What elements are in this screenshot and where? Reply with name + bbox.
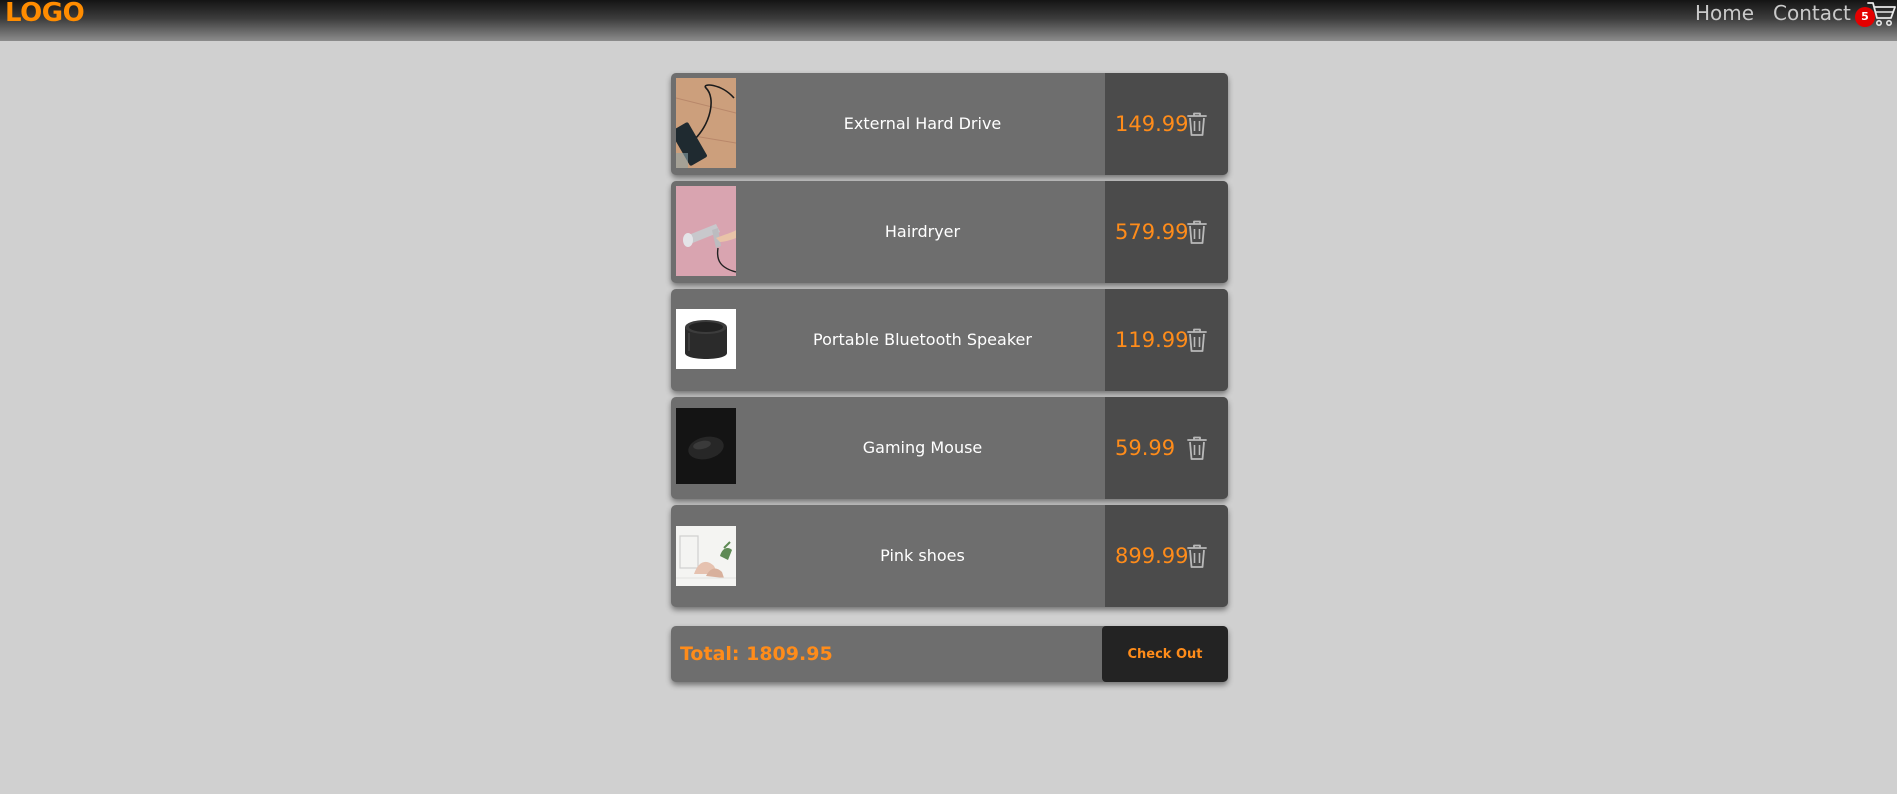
- product-image-pink-shoes: [676, 526, 736, 586]
- item-price: 579.99: [1115, 220, 1189, 244]
- product-image-gaming-mouse: [676, 408, 736, 484]
- product-image-external-hard-drive: [676, 78, 736, 168]
- checkout-button[interactable]: Check Out: [1102, 626, 1228, 682]
- nav-link-home[interactable]: Home: [1695, 1, 1754, 25]
- logo[interactable]: LOGO: [5, 0, 85, 28]
- item-name: Pink shoes: [880, 546, 965, 565]
- trash-icon[interactable]: [1185, 219, 1209, 245]
- trash-icon[interactable]: [1185, 543, 1209, 569]
- item-price: 149.99: [1115, 112, 1189, 136]
- product-image-bluetooth-speaker: [676, 309, 736, 369]
- cart-item: Pink shoes 899.99: [671, 505, 1228, 607]
- cart-item-list: External Hard Drive 149.99 Hairdryer 579…: [671, 73, 1228, 613]
- trash-icon[interactable]: [1185, 111, 1209, 137]
- item-price: 59.99: [1115, 436, 1176, 460]
- price-panel: 899.99: [1105, 505, 1228, 607]
- product-image-hairdryer: [676, 186, 736, 276]
- nav-link-contact[interactable]: Contact: [1773, 1, 1851, 25]
- cart-total: Total: 1809.95: [680, 643, 833, 665]
- trash-icon[interactable]: [1185, 327, 1209, 353]
- cart-count-badge: 5: [1855, 7, 1875, 27]
- cart-item: Gaming Mouse 59.99: [671, 397, 1228, 499]
- item-name: Gaming Mouse: [862, 438, 983, 457]
- price-panel: 119.99: [1105, 289, 1228, 391]
- trash-icon[interactable]: [1185, 435, 1209, 461]
- cart-button[interactable]: 5: [1855, 0, 1897, 34]
- price-panel: 579.99: [1105, 181, 1228, 283]
- item-name: Portable Bluetooth Speaker: [813, 330, 1032, 349]
- cart-item: Portable Bluetooth Speaker 119.99: [671, 289, 1228, 391]
- cart-item: External Hard Drive 149.99: [671, 73, 1228, 175]
- cart-total-bar: Total: 1809.95 Check Out: [671, 626, 1228, 682]
- item-name: External Hard Drive: [843, 114, 1002, 133]
- item-price: 899.99: [1115, 544, 1189, 568]
- cart-item: Hairdryer 579.99: [671, 181, 1228, 283]
- price-panel: 149.99: [1105, 73, 1228, 175]
- top-navbar: LOGO Home Contact 5: [0, 0, 1897, 41]
- item-name: Hairdryer: [884, 222, 961, 241]
- item-price: 119.99: [1115, 328, 1189, 352]
- price-panel: 59.99: [1105, 397, 1228, 499]
